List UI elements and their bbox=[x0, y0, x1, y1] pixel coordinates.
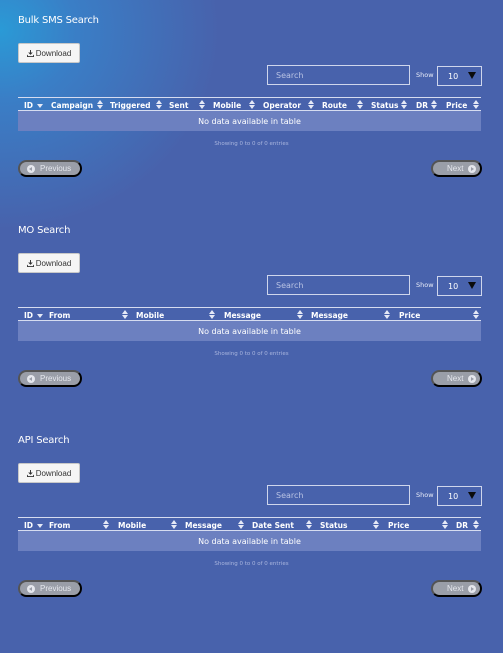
sort-desc-icon bbox=[37, 314, 43, 318]
section-title: MO Search bbox=[18, 225, 71, 236]
bulk-sms-search-section: Bulk SMS Search Download Show 10 ID Camp… bbox=[0, 0, 503, 210]
download-button[interactable]: Download bbox=[18, 253, 80, 273]
chevron-left-circle-icon bbox=[27, 164, 35, 173]
show-label: Show bbox=[416, 71, 434, 79]
empty-table-row: No data available in table bbox=[18, 111, 481, 131]
show-label: Show bbox=[416, 281, 434, 289]
page-size-value: 10 bbox=[448, 281, 459, 291]
column-header[interactable]: Mobile bbox=[118, 519, 146, 531]
page-size-select[interactable]: 10 bbox=[437, 486, 482, 506]
column-header[interactable]: Message bbox=[311, 309, 348, 321]
next-button[interactable]: Next bbox=[431, 580, 482, 597]
sort-icon bbox=[122, 310, 129, 320]
sort-icon bbox=[249, 100, 256, 110]
sort-icon bbox=[357, 100, 364, 110]
column-header[interactable]: Message bbox=[185, 519, 222, 531]
sort-desc-icon bbox=[37, 104, 43, 108]
sort-icon bbox=[373, 520, 380, 530]
sort-icon bbox=[199, 100, 206, 110]
column-header[interactable]: Price bbox=[446, 99, 467, 111]
sort-icon bbox=[384, 310, 391, 320]
table-info: Showing 0 to 0 of 0 entries bbox=[214, 561, 289, 567]
sort-icon bbox=[238, 520, 245, 530]
empty-table-row: No data available in table bbox=[18, 321, 481, 341]
sort-icon bbox=[156, 100, 163, 110]
column-header[interactable]: Status bbox=[320, 519, 347, 531]
column-header[interactable]: Status bbox=[371, 99, 398, 111]
column-header[interactable]: Price bbox=[399, 309, 420, 321]
page-size-select[interactable]: 10 bbox=[437, 66, 482, 86]
download-icon bbox=[26, 49, 34, 57]
mo-search-section: MO Search Download Show 10 ID From Mobil… bbox=[0, 210, 503, 420]
column-header[interactable]: ID bbox=[24, 99, 33, 111]
download-button[interactable]: Download bbox=[18, 43, 80, 63]
download-icon bbox=[26, 259, 34, 267]
page-size-select[interactable]: 10 bbox=[437, 276, 482, 296]
page-size-value: 10 bbox=[448, 71, 459, 81]
sort-icon bbox=[473, 520, 480, 530]
sort-icon bbox=[171, 520, 178, 530]
download-button[interactable]: Download bbox=[18, 463, 80, 483]
empty-table-row: No data available in table bbox=[18, 531, 481, 551]
sort-icon bbox=[473, 310, 480, 320]
api-search-section: API Search Download Show 10 ID From Mobi… bbox=[0, 420, 503, 630]
table-header: ID From Mobile Message Date Sent Status … bbox=[18, 517, 481, 531]
sort-icon bbox=[431, 100, 438, 110]
sort-icon bbox=[306, 520, 313, 530]
caret-down-icon bbox=[468, 492, 476, 499]
chevron-right-circle-icon bbox=[468, 584, 477, 593]
column-header[interactable]: Triggered bbox=[110, 99, 151, 111]
search-input[interactable] bbox=[267, 275, 410, 295]
column-header[interactable]: Sent bbox=[169, 99, 188, 111]
column-header[interactable]: Mobile bbox=[136, 309, 164, 321]
download-label: Download bbox=[35, 258, 72, 268]
previous-button[interactable]: Previous bbox=[18, 160, 82, 177]
section-title: API Search bbox=[18, 435, 70, 446]
sort-icon bbox=[297, 310, 304, 320]
column-header[interactable]: ID bbox=[24, 519, 33, 531]
column-header[interactable]: DR bbox=[456, 519, 468, 531]
sort-icon bbox=[209, 310, 216, 320]
download-label: Download bbox=[35, 468, 72, 478]
search-input[interactable] bbox=[267, 485, 410, 505]
download-icon bbox=[26, 469, 34, 477]
column-header[interactable]: From bbox=[49, 309, 70, 321]
column-header[interactable]: Price bbox=[388, 519, 409, 531]
column-header[interactable]: DR bbox=[416, 99, 428, 111]
page-size-value: 10 bbox=[448, 491, 459, 501]
chevron-left-circle-icon bbox=[27, 374, 35, 383]
sort-icon bbox=[97, 100, 104, 110]
column-header[interactable]: Date Sent bbox=[252, 519, 294, 531]
column-header[interactable]: From bbox=[49, 519, 70, 531]
column-header[interactable]: Operator bbox=[263, 99, 301, 111]
table-info: Showing 0 to 0 of 0 entries bbox=[214, 141, 289, 147]
chevron-right-circle-icon bbox=[468, 374, 477, 383]
sort-desc-icon bbox=[37, 524, 43, 528]
previous-button[interactable]: Previous bbox=[18, 370, 82, 387]
table-header: ID From Mobile Message Message Price bbox=[18, 307, 481, 321]
previous-button[interactable]: Previous bbox=[18, 580, 82, 597]
caret-down-icon bbox=[468, 282, 476, 289]
search-input[interactable] bbox=[267, 65, 410, 85]
column-header[interactable]: Message bbox=[224, 309, 261, 321]
show-label: Show bbox=[416, 491, 434, 499]
sort-icon bbox=[442, 520, 449, 530]
download-label: Download bbox=[35, 48, 72, 58]
chevron-right-circle-icon bbox=[468, 164, 477, 173]
sort-icon bbox=[401, 100, 408, 110]
sort-icon bbox=[103, 520, 110, 530]
column-header[interactable]: Campaign bbox=[51, 99, 93, 111]
table-header: ID Campaign Triggered Sent Mobile Operat… bbox=[18, 97, 481, 111]
column-header[interactable]: Route bbox=[322, 99, 347, 111]
column-header[interactable]: Mobile bbox=[213, 99, 241, 111]
next-button[interactable]: Next bbox=[431, 160, 482, 177]
section-title: Bulk SMS Search bbox=[18, 15, 99, 26]
sort-icon bbox=[308, 100, 315, 110]
chevron-left-circle-icon bbox=[27, 584, 35, 593]
caret-down-icon bbox=[468, 72, 476, 79]
next-button[interactable]: Next bbox=[431, 370, 482, 387]
table-info: Showing 0 to 0 of 0 entries bbox=[214, 351, 289, 357]
column-header[interactable]: ID bbox=[24, 309, 33, 321]
sort-icon bbox=[473, 100, 480, 110]
